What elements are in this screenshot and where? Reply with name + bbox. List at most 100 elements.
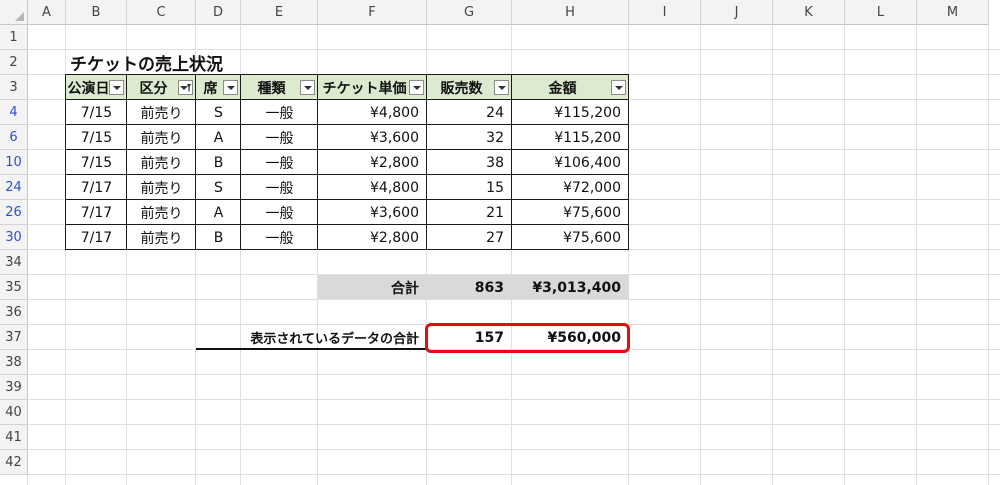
grid-line-horizontal — [28, 474, 1000, 475]
date-cell[interactable]: 7/17 — [66, 200, 127, 225]
date-cell[interactable]: 7/15 — [66, 150, 127, 175]
row-header[interactable]: 38 — [0, 350, 28, 375]
header-label: 金額 — [548, 80, 577, 97]
table-border-v — [317, 74, 318, 250]
visible-total-label[interactable]: 表示されているデータの合計 — [196, 325, 427, 350]
row-header[interactable]: 34 — [0, 250, 28, 275]
seat-cell[interactable]: A — [196, 125, 241, 150]
category-cell[interactable]: 前売り — [127, 150, 196, 175]
column-header[interactable]: A — [28, 0, 66, 25]
seat-cell[interactable]: S — [196, 175, 241, 200]
column-header[interactable]: G — [427, 0, 512, 25]
table-border-v — [426, 74, 427, 250]
column-header[interactable]: K — [773, 0, 845, 25]
row-header[interactable]: 3 — [0, 75, 28, 100]
row-header[interactable]: 36 — [0, 300, 28, 325]
column-header[interactable]: B — [66, 0, 127, 25]
category-cell[interactable]: 前売り — [127, 100, 196, 125]
quantity-cell[interactable]: 32 — [427, 125, 512, 150]
row-header[interactable]: 24 — [0, 175, 28, 200]
header-label: チケット単価 — [322, 80, 407, 97]
type-cell[interactable]: 一般 — [241, 225, 318, 250]
unit-price-cell[interactable]: ¥2,800 — [318, 225, 427, 250]
filter-dropdown-button[interactable] — [611, 80, 626, 95]
quantity-cell[interactable]: 38 — [427, 150, 512, 175]
seat-cell[interactable]: S — [196, 100, 241, 125]
quantity-cell[interactable]: 15 — [427, 175, 512, 200]
row-header[interactable]: 4 — [0, 100, 28, 125]
filter-dropdown-button[interactable] — [109, 80, 124, 95]
select-all-button[interactable] — [0, 0, 28, 25]
filter-active-button[interactable] — [178, 80, 193, 95]
table-border-h — [65, 74, 629, 75]
total-label[interactable]: 合計 — [318, 275, 427, 300]
filter-dropdown-button[interactable] — [300, 80, 315, 95]
row-header[interactable]: 10 — [0, 150, 28, 175]
amount-cell[interactable]: ¥115,200 — [512, 100, 629, 125]
total-amount[interactable]: ¥3,013,400 — [512, 275, 629, 300]
category-cell[interactable]: 前売り — [127, 175, 196, 200]
date-cell[interactable]: 7/15 — [66, 100, 127, 125]
header-label: 区分 — [139, 80, 168, 97]
unit-price-cell[interactable]: ¥4,800 — [318, 100, 427, 125]
filter-dropdown-button[interactable] — [409, 80, 424, 95]
quantity-cell[interactable]: 21 — [427, 200, 512, 225]
row-header[interactable]: 40 — [0, 400, 28, 425]
unit-price-cell[interactable]: ¥3,600 — [318, 200, 427, 225]
highlight-box — [425, 323, 630, 353]
grid-line-horizontal — [28, 424, 1000, 425]
row-header[interactable]: 1 — [0, 25, 28, 50]
amount-cell[interactable]: ¥75,600 — [512, 200, 629, 225]
column-header[interactable]: L — [845, 0, 917, 25]
column-header[interactable]: H — [512, 0, 629, 25]
row-header[interactable]: 35 — [0, 275, 28, 300]
column-header[interactable]: J — [701, 0, 773, 25]
date-cell[interactable]: 7/17 — [66, 175, 127, 200]
date-cell[interactable]: 7/15 — [66, 125, 127, 150]
grid-line-vertical — [988, 25, 989, 485]
unit-price-cell[interactable]: ¥2,800 — [318, 150, 427, 175]
grid-line-vertical — [700, 25, 701, 485]
row-header[interactable]: 30 — [0, 225, 28, 250]
type-cell[interactable]: 一般 — [241, 125, 318, 150]
seat-cell[interactable]: B — [196, 150, 241, 175]
column-header[interactable]: D — [196, 0, 241, 25]
amount-cell[interactable]: ¥106,400 — [512, 150, 629, 175]
column-header[interactable]: M — [917, 0, 989, 25]
amount-cell[interactable]: ¥115,200 — [512, 125, 629, 150]
row-header[interactable]: 26 — [0, 200, 28, 225]
table-border-v — [240, 74, 241, 250]
seat-cell[interactable]: B — [196, 225, 241, 250]
table-border-v — [628, 74, 629, 250]
category-cell[interactable]: 前売り — [127, 200, 196, 225]
row-header[interactable]: 2 — [0, 50, 28, 75]
column-header[interactable]: F — [318, 0, 427, 25]
amount-cell[interactable]: ¥72,000 — [512, 175, 629, 200]
unit-price-cell[interactable]: ¥3,600 — [318, 125, 427, 150]
row-header[interactable]: 37 — [0, 325, 28, 350]
total-quantity[interactable]: 863 — [427, 275, 512, 300]
type-cell[interactable]: 一般 — [241, 100, 318, 125]
row-header[interactable]: 41 — [0, 425, 28, 450]
quantity-cell[interactable]: 27 — [427, 225, 512, 250]
row-header[interactable]: 42 — [0, 450, 28, 475]
filter-dropdown-button[interactable] — [494, 80, 509, 95]
column-header[interactable]: E — [241, 0, 318, 25]
column-header[interactable]: C — [127, 0, 196, 25]
row-header[interactable]: 6 — [0, 125, 28, 150]
grid-line-vertical — [916, 25, 917, 485]
category-cell[interactable]: 前売り — [127, 225, 196, 250]
grid-line-vertical — [772, 25, 773, 485]
category-cell[interactable]: 前売り — [127, 125, 196, 150]
row-header[interactable]: 39 — [0, 375, 28, 400]
unit-price-cell[interactable]: ¥4,800 — [318, 175, 427, 200]
column-header[interactable]: I — [629, 0, 701, 25]
type-cell[interactable]: 一般 — [241, 175, 318, 200]
filter-dropdown-button[interactable] — [223, 80, 238, 95]
type-cell[interactable]: 一般 — [241, 150, 318, 175]
date-cell[interactable]: 7/17 — [66, 225, 127, 250]
seat-cell[interactable]: A — [196, 200, 241, 225]
type-cell[interactable]: 一般 — [241, 200, 318, 225]
quantity-cell[interactable]: 24 — [427, 100, 512, 125]
amount-cell[interactable]: ¥75,600 — [512, 225, 629, 250]
